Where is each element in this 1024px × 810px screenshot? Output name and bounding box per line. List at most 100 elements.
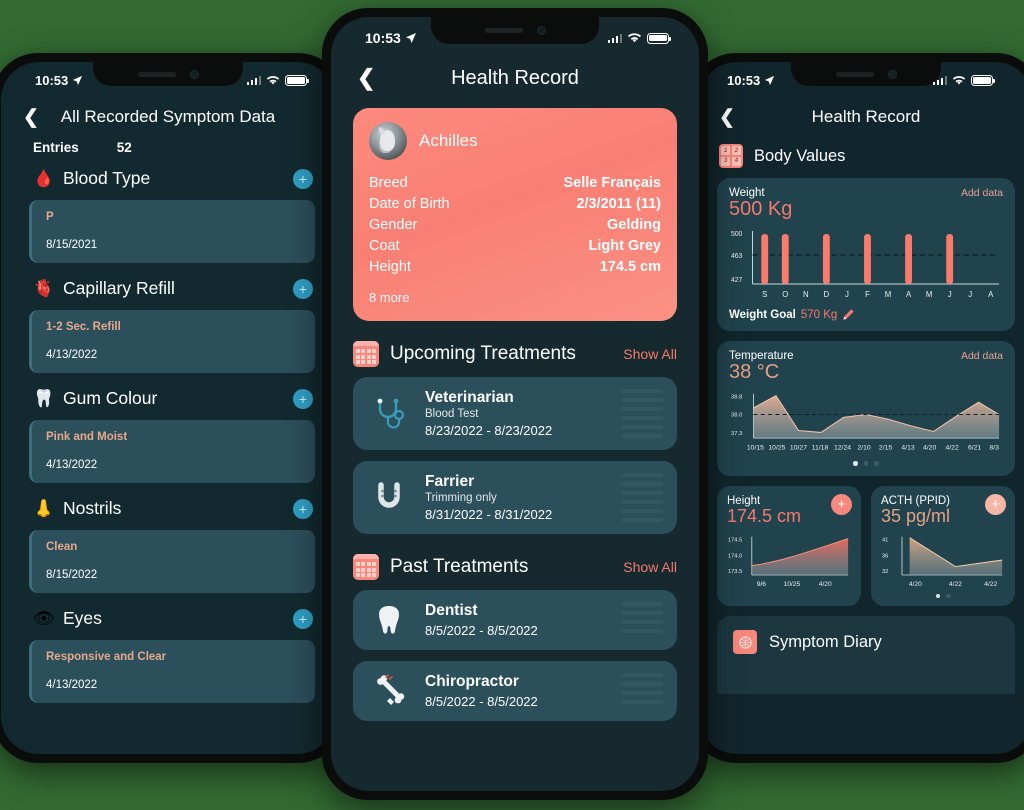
symptom-section-blood-type: 🩸 Blood Type +	[1, 157, 335, 200]
pet-attribute-row: Date of Birth 2/3/2011 (11)	[369, 193, 661, 214]
attribute-value: 174.5 cm	[599, 258, 661, 275]
add-capillary-refill-button[interactable]: +	[293, 278, 313, 299]
height-card[interactable]: + Height 174.5 cm 174.5 174.0 173.5 9/6 …	[717, 485, 861, 606]
weight-goal-value: 570 Kg	[800, 308, 838, 321]
status-bar-left: 10:53	[1, 62, 335, 88]
section-title: Upcoming Treatments	[390, 343, 576, 364]
svg-text:4/22: 4/22	[984, 581, 997, 588]
eye-icon: 👁	[33, 609, 55, 628]
pencil-icon[interactable]	[842, 308, 855, 321]
add-height-button[interactable]: +	[831, 493, 852, 515]
tooth-icon	[367, 603, 411, 637]
attribute-key: Height	[369, 258, 411, 275]
attribute-key: Date of Birth	[369, 195, 450, 212]
pet-more-link[interactable]: 8 more	[369, 290, 661, 305]
treatment-item-dentist[interactable]: Dentist 8/5/2022 - 8/5/2022	[353, 590, 677, 650]
temperature-value: 38 °C	[729, 361, 780, 383]
battery-icon	[285, 75, 310, 86]
svg-text:2/10: 2/10	[857, 444, 871, 451]
svg-text:M: M	[885, 290, 892, 299]
svg-text:A: A	[906, 290, 912, 299]
add-nostrils-button[interactable]: +	[293, 498, 313, 519]
page-dot-2[interactable]	[946, 593, 951, 598]
svg-text:4/13: 4/13	[901, 444, 915, 451]
entries-row: Entries 52	[1, 130, 335, 157]
nostrils-icon: 👃	[33, 499, 55, 518]
page-dot-3[interactable]	[874, 461, 879, 466]
symptom-entry-nostrils[interactable]: Clean 8/15/2022	[29, 530, 315, 593]
svg-text:41: 41	[882, 537, 888, 543]
symptom-title: Gum Colour	[63, 388, 158, 408]
svg-text:9/6: 9/6	[757, 581, 767, 588]
add-blood-type-button[interactable]: +	[293, 168, 313, 189]
cellular-signal-icon	[246, 76, 261, 85]
symptom-entry-gum-colour[interactable]: Pink and Moist 4/13/2022	[29, 420, 315, 483]
treatment-dates: 8/31/2022 - 8/31/2022	[425, 507, 553, 522]
attribute-key: Breed	[369, 174, 408, 191]
back-button[interactable]: ❮	[719, 108, 735, 127]
svg-text:4/22: 4/22	[949, 581, 962, 588]
battery-icon	[647, 32, 672, 44]
acth-page-dots[interactable]	[881, 593, 1005, 598]
treatment-item-farrier[interactable]: Farrier Trimming only 8/31/2022 - 8/31/2…	[353, 461, 677, 534]
treatment-dates: 8/23/2022 - 8/23/2022	[425, 423, 553, 438]
page-dot-1[interactable]	[935, 593, 940, 598]
entry-value: Responsive and Clear	[46, 651, 167, 663]
add-acth-button[interactable]: +	[985, 493, 1006, 515]
treatment-item-chiropractor[interactable]: Chiropractor 8/5/2022 - 8/5/2022	[353, 661, 677, 721]
svg-text:6/21: 6/21	[968, 444, 982, 451]
attribute-value: 2/3/2011 (11)	[576, 195, 661, 212]
pet-summary-card[interactable]: Achilles Breed Selle Français Date of Bi…	[353, 108, 677, 321]
acth-card[interactable]: + ACTH (PPID) 35 pg/ml 41 36 32 4/20 4/2…	[871, 485, 1015, 606]
weight-card[interactable]: Weight Add data 500 Kg 500 463 427 S O N…	[717, 178, 1015, 331]
svg-text:10/25: 10/25	[784, 581, 801, 588]
entry-date: 4/13/2022	[46, 679, 98, 691]
treatment-item-veterinarian[interactable]: Veterinarian Blood Test 8/23/2022 - 8/23…	[353, 377, 677, 450]
svg-text:D: D	[824, 290, 830, 299]
page-dot-1[interactable]	[853, 461, 858, 466]
blocks-123-icon: 1234	[719, 144, 743, 168]
left-screen: 10:53 ❮ All Recorded Symptom Data Entrie…	[1, 62, 335, 754]
entries-label: Entries	[33, 140, 79, 155]
blood-drop-icon: 🩸	[33, 169, 55, 188]
horseshoe-icon	[367, 481, 411, 515]
temperature-page-dots[interactable]	[729, 461, 1003, 466]
pet-attributes: Breed Selle Français Date of Birth 2/3/2…	[369, 172, 661, 277]
add-eyes-button[interactable]: +	[293, 608, 313, 629]
back-button[interactable]: ❮	[357, 67, 375, 89]
svg-text:37.3: 37.3	[731, 431, 742, 437]
acth-chart: 41 36 32 4/20 4/22 4/22	[881, 533, 1005, 589]
location-arrow-icon	[405, 33, 416, 43]
right-screen: 10:53 ❮ Health Record 1234 Body Values W…	[699, 62, 1024, 754]
page-dot-2[interactable]	[863, 461, 869, 466]
treatment-subtitle: Blood Test	[425, 408, 479, 420]
add-gum-colour-button[interactable]: +	[293, 388, 313, 409]
weight-add-data-button[interactable]: Add data	[961, 187, 1003, 199]
nav-bar-left: ❮ All Recorded Symptom Data	[1, 88, 335, 130]
symptom-entry-capillary-refill[interactable]: 1-2 Sec. Refill 4/13/2022	[29, 310, 315, 373]
svg-text:M: M	[926, 290, 933, 299]
section-title: Past Treatments	[390, 556, 529, 577]
symptom-title: Blood Type	[63, 168, 151, 188]
treatment-title: Farrier	[425, 473, 475, 490]
height-chart: 174.5 174.0 173.5 9/6 10/25 4/20	[727, 533, 851, 589]
past-show-all-button[interactable]: Show All	[623, 559, 677, 575]
cellular-signal-icon	[932, 76, 947, 85]
cellular-signal-icon	[607, 33, 622, 43]
upcoming-show-all-button[interactable]: Show All	[623, 346, 677, 362]
page-title: Health Record	[451, 66, 579, 89]
temperature-card[interactable]: Temperature Add data 38 °C 38.8 38.0 37.…	[717, 341, 1015, 476]
location-arrow-icon	[73, 75, 83, 86]
treatment-title: Veterinarian	[425, 389, 514, 406]
symptom-diary-card[interactable]: Symptom Diary	[717, 616, 1015, 694]
svg-text:J: J	[948, 290, 952, 299]
svg-text:11/18: 11/18	[812, 444, 829, 451]
svg-text:174.0: 174.0	[728, 553, 742, 559]
phone-left: 10:53 ❮ All Recorded Symptom Data Entrie…	[0, 53, 344, 763]
symptom-entry-eyes[interactable]: Responsive and Clear 4/13/2022	[29, 640, 315, 703]
symptom-entry-blood-type[interactable]: P 8/15/2021	[29, 200, 315, 263]
pet-attribute-row: Height 174.5 cm	[369, 256, 661, 277]
back-button[interactable]: ❮	[23, 108, 39, 127]
pet-name: Achilles	[419, 131, 478, 150]
temperature-add-data-button[interactable]: Add data	[961, 350, 1003, 362]
